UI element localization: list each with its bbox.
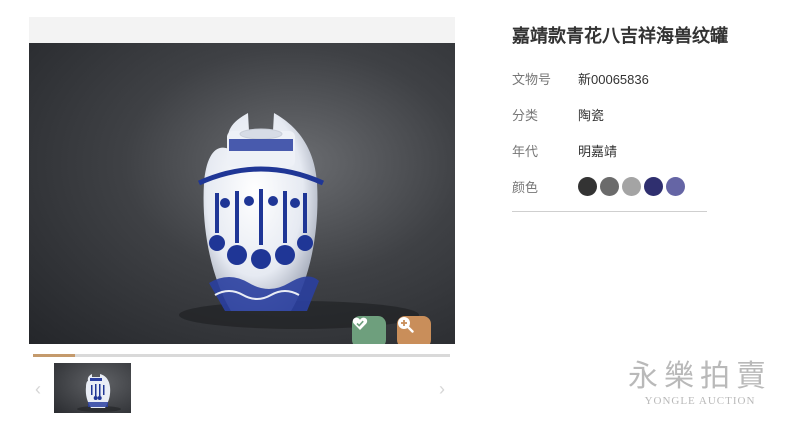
field-value: 新00065836 [578, 71, 649, 87]
info-divider [512, 211, 707, 212]
gallery-progress-bar [33, 354, 450, 357]
watermark-english: YONGLE AUCTION [644, 395, 756, 407]
porcelain-jar-illustration [179, 113, 419, 329]
color-swatch[interactable] [622, 176, 641, 196]
field-row-category: 分类 陶瓷 [512, 104, 604, 124]
watermark-chinese: 永樂拍賣 [628, 359, 772, 394]
main-artifact-image[interactable] [29, 43, 455, 344]
field-label: 分类 [512, 107, 539, 123]
field-row-colors: 颜色 [512, 176, 688, 196]
color-swatch-list [578, 176, 688, 196]
color-swatch[interactable] [666, 176, 685, 196]
chevron-right-icon[interactable]: › [439, 380, 445, 398]
field-row-catalog-number: 文物号 新00065836 [512, 68, 649, 88]
field-label: 文物号 [512, 71, 552, 87]
field-row-period: 年代 明嘉靖 [512, 140, 617, 160]
color-swatch[interactable] [600, 176, 619, 196]
field-value: 陶瓷 [578, 107, 605, 123]
thumbnail-jar-illustration [77, 374, 121, 412]
field-label: 年代 [512, 143, 539, 159]
field-value: 明嘉靖 [578, 143, 618, 159]
viewer-top-bar [29, 17, 455, 43]
heart-icon [352, 317, 368, 330]
zoom-in-icon [398, 317, 414, 333]
gallery-progress-fill [33, 354, 75, 357]
image-viewer: ‹ › [29, 17, 455, 417]
color-swatch[interactable] [644, 176, 663, 196]
thumbnail-image[interactable] [54, 363, 131, 413]
artifact-title: 嘉靖款青花八吉祥海兽纹罐 [512, 26, 728, 46]
zoom-button[interactable] [397, 316, 431, 344]
chevron-left-icon[interactable]: ‹ [35, 380, 41, 398]
yongle-auction-watermark: 永樂拍賣 YONGLE AUCTION [620, 360, 780, 408]
favorite-button[interactable] [352, 316, 386, 344]
color-swatch[interactable] [578, 176, 597, 196]
color-label: 颜色 [512, 179, 539, 195]
